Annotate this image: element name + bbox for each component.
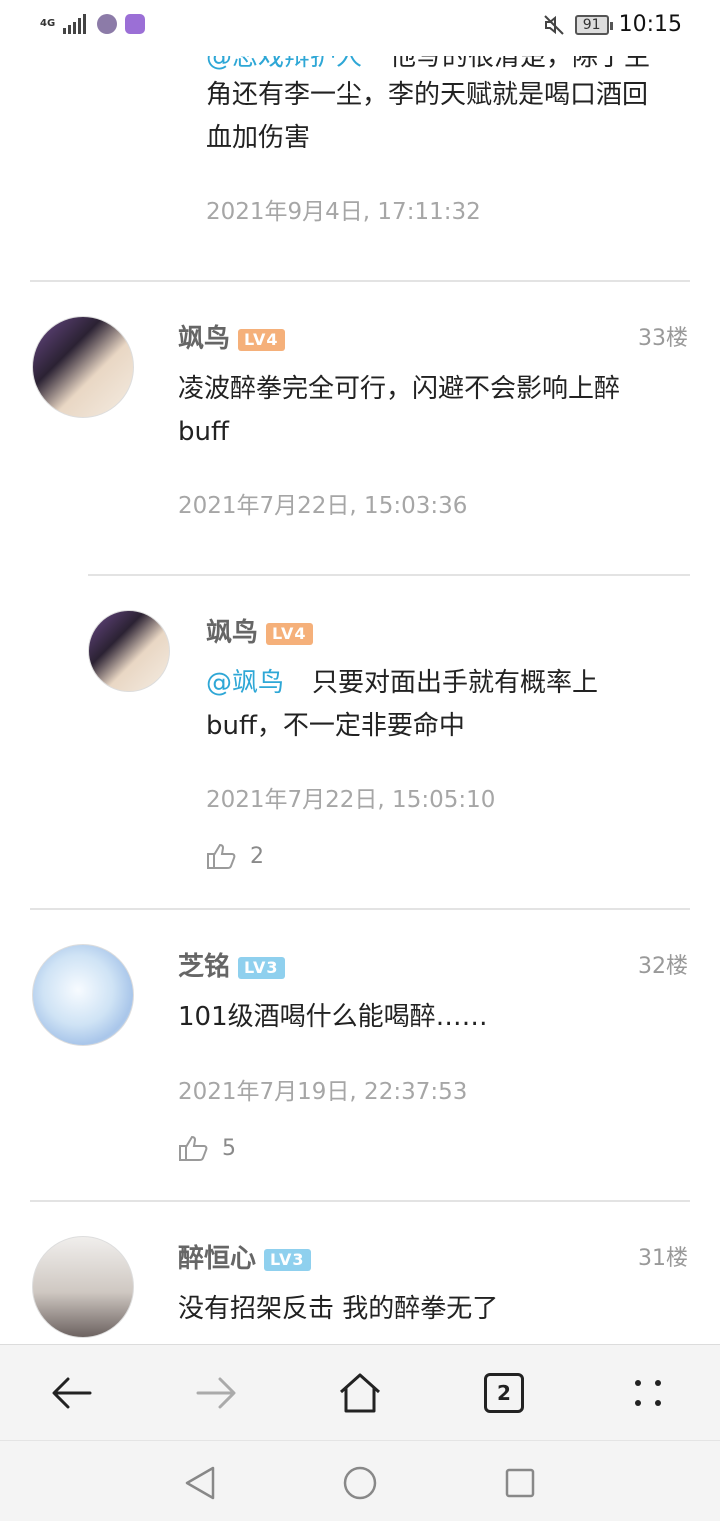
menu-button[interactable] <box>624 1369 672 1417</box>
username[interactable]: 飒鸟 <box>206 618 258 648</box>
triangle-back-icon <box>185 1466 215 1500</box>
username[interactable]: 醉恒心 <box>178 1244 256 1274</box>
level-badge: LV3 <box>264 1248 311 1271</box>
like-count: 5 <box>222 1135 236 1161</box>
floor-number: 31楼 <box>638 1246 688 1271</box>
divider <box>88 574 690 576</box>
network-indicator: 4G <box>40 18 56 29</box>
username[interactable]: 飒鸟 <box>178 324 230 354</box>
tabs-button[interactable]: 2 <box>480 1369 528 1417</box>
nav-recents-button[interactable] <box>500 1463 540 1503</box>
comment-text: 角还有李一尘，李的天赋就是喝口酒回 <box>206 80 649 110</box>
like-count: 2 <box>250 843 264 869</box>
clock: 10:15 <box>618 12 682 37</box>
divider <box>30 280 690 282</box>
comment-text: 101级酒喝什么能喝醉…… <box>178 1002 488 1032</box>
browser-toolbar: 2 <box>0 1344 720 1441</box>
arrow-right-icon <box>196 1377 236 1409</box>
comment-list[interactable]: @恋戏辩护人 他写的很清楚，除了主 角还有李一尘，李的天赋就是喝口酒回 血加伤害 … <box>0 0 720 1344</box>
like-button[interactable]: 5 <box>178 1134 236 1162</box>
home-icon <box>339 1373 381 1413</box>
app-k-icon <box>97 14 118 34</box>
floor-number: 32楼 <box>638 954 688 979</box>
system-nav-bar <box>0 1440 720 1521</box>
avatar[interactable] <box>32 316 134 418</box>
app-clock-icon <box>125 14 146 34</box>
like-button[interactable]: 2 <box>206 842 264 870</box>
more-dots-icon <box>635 1380 661 1406</box>
signal-icon <box>63 14 87 34</box>
avatar[interactable] <box>32 944 134 1046</box>
nav-home-button[interactable] <box>340 1463 380 1503</box>
divider <box>30 1200 690 1202</box>
comment-text: 没有招架反击 我的醉拳无了 <box>178 1294 499 1324</box>
tab-count: 2 <box>484 1373 524 1413</box>
comment-text: 只要对面出手就有概率上 <box>312 668 599 698</box>
arrow-left-icon <box>52 1377 92 1409</box>
timestamp: 2021年7月19日, 22:37:53 <box>178 1079 468 1105</box>
floor-number: 33楼 <box>638 326 688 351</box>
battery-indicator: 91 <box>574 14 613 35</box>
avatar[interactable] <box>88 610 170 692</box>
nav-back-button[interactable] <box>180 1463 220 1503</box>
timestamp: 2021年7月22日, 15:03:36 <box>178 493 468 519</box>
back-button[interactable] <box>48 1369 96 1417</box>
timestamp: 2021年9月4日, 17:11:32 <box>206 199 481 225</box>
timestamp: 2021年7月22日, 15:05:10 <box>206 787 496 813</box>
comment-text: 血加伤害 <box>206 123 311 153</box>
square-recents-icon <box>505 1468 535 1498</box>
home-button[interactable] <box>336 1369 384 1417</box>
thumbs-up-icon <box>207 843 236 869</box>
status-bar: 4G 91 10:15 <box>0 0 720 56</box>
username[interactable]: 芝铭 <box>178 952 230 982</box>
avatar[interactable] <box>32 1236 134 1338</box>
comment-text: 凌波醉拳完全可行，闪避不会影响上醉 <box>178 374 621 404</box>
circle-home-icon <box>343 1466 377 1500</box>
level-badge: LV3 <box>238 956 285 979</box>
level-badge: LV4 <box>238 328 285 351</box>
level-badge: LV4 <box>266 622 313 645</box>
mute-icon <box>544 14 564 35</box>
comment-text: buff，不一定非要命中 <box>206 711 465 741</box>
forward-button[interactable] <box>192 1369 240 1417</box>
divider <box>30 908 690 910</box>
comment-text: buff <box>178 417 229 447</box>
mention-link[interactable]: @飒鸟 <box>206 668 284 698</box>
thumbs-up-icon <box>179 1135 208 1161</box>
